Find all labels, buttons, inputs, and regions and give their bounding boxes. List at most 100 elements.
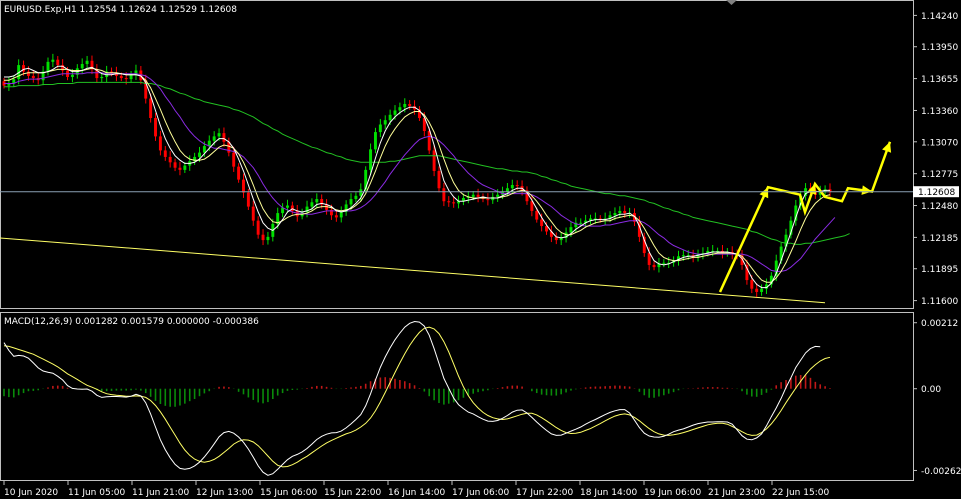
- macd-tick-label: 0.00: [921, 385, 941, 395]
- price-tick-label: 1.11600: [921, 297, 958, 307]
- time-tick-label: 21 Jun 23:00: [708, 488, 765, 498]
- bull-candle-body: [183, 165, 187, 170]
- bear-candle-body: [290, 205, 294, 211]
- bear-candle-body: [154, 118, 157, 137]
- bear-candle-body: [295, 210, 299, 217]
- bear-candle-body: [515, 185, 519, 187]
- bull-candle-body: [373, 132, 377, 150]
- price-tick-label: 1.13655: [921, 75, 958, 85]
- bull-candle-body: [129, 74, 133, 80]
- bull-candle-body: [217, 133, 221, 137]
- bull-candle-body: [579, 222, 583, 224]
- bull-candle-body: [393, 110, 397, 115]
- price-tick-label: 1.11895: [921, 265, 958, 275]
- bull-candle-body: [339, 212, 343, 218]
- bear-candle-body: [149, 98, 153, 119]
- time-tick-label: 18 Jun 14:00: [580, 488, 637, 498]
- current-price-label: 1.12608: [918, 188, 955, 198]
- bull-candle-body: [286, 205, 289, 208]
- time-tick-label: 17 Jun 06:00: [452, 488, 509, 498]
- bull-candle-body: [310, 202, 314, 207]
- bear-candle-body: [178, 167, 182, 170]
- bull-candle-body: [613, 213, 617, 216]
- bear-candle-body: [535, 210, 539, 220]
- bull-candle-body: [403, 103, 407, 108]
- price-tick-label: 1.12480: [921, 202, 958, 212]
- bull-candle-body: [354, 195, 358, 200]
- bull-candle-body: [359, 189, 363, 196]
- price-tick-label: 1.13950: [921, 43, 958, 53]
- price-tick-label: 1.13070: [921, 138, 958, 148]
- time-tick-label: 17 Jun 22:00: [516, 488, 573, 498]
- bear-candle-body: [251, 206, 255, 221]
- bull-candle-body: [388, 114, 392, 121]
- bear-candle-body: [256, 220, 260, 235]
- time-tick-label: 19 Jun 06:00: [644, 488, 701, 498]
- bear-candle-body: [447, 201, 451, 203]
- bear-candle-body: [237, 166, 241, 180]
- bear-candle-body: [163, 150, 167, 157]
- bear-candle-body: [173, 162, 177, 168]
- bull-candle-body: [491, 196, 495, 201]
- time-tick-label: 10 Jun 2020: [4, 488, 58, 498]
- bull-candle-body: [505, 188, 509, 192]
- macd-tick-label: -0.002626: [921, 467, 961, 477]
- time-tick-label: 11 Jun 05:00: [68, 488, 125, 498]
- bull-candle-body: [80, 64, 84, 69]
- bull-candle-body: [383, 120, 387, 125]
- price-tick-label: 1.12775: [921, 170, 958, 180]
- symbol-header: EURUSD.Exp,H1 1.12554 1.12624 1.12529 1.…: [4, 5, 237, 15]
- time-tick-label: 22 Jun 15:00: [772, 488, 829, 498]
- bear-candle-body: [158, 136, 162, 151]
- bear-candle-body: [437, 170, 441, 189]
- bull-candle-body: [471, 194, 475, 197]
- bull-candle-body: [369, 149, 373, 170]
- bull-candle-body: [349, 199, 353, 205]
- time-tick-label: 15 Jun 06:00: [260, 488, 317, 498]
- bear-candle-body: [432, 150, 436, 171]
- bear-candle-body: [119, 75, 123, 79]
- bull-candle-body: [496, 194, 500, 197]
- time-tick-label: 15 Jun 22:00: [324, 488, 381, 498]
- bull-candle-body: [378, 124, 382, 133]
- price-tick-label: 1.13360: [921, 107, 958, 117]
- bull-candle-body: [202, 146, 206, 153]
- bull-candle-body: [398, 107, 402, 111]
- bull-candle-body: [198, 152, 201, 157]
- bull-candle-body: [212, 136, 216, 141]
- bear-candle-body: [442, 188, 446, 202]
- bull-candle-body: [46, 61, 50, 72]
- bull-candle-body: [510, 185, 514, 189]
- macd-tick-label: 0.00212: [921, 319, 958, 329]
- bear-candle-body: [222, 133, 226, 142]
- bull-candle-body: [681, 255, 685, 257]
- bear-candle-body: [623, 210, 627, 214]
- bull-candle-body: [85, 60, 89, 65]
- bear-candle-body: [452, 202, 456, 204]
- bear-candle-body: [652, 264, 656, 268]
- bull-candle-body: [315, 199, 319, 203]
- time-tick-label: 11 Jun 21:00: [132, 488, 189, 498]
- bear-candle-body: [124, 78, 128, 80]
- bear-candle-body: [540, 219, 544, 227]
- bull-candle-body: [100, 76, 104, 79]
- bull-candle-body: [569, 227, 573, 233]
- bear-candle-body: [242, 179, 245, 193]
- bull-candle-body: [70, 74, 74, 77]
- bear-candle-body: [647, 253, 651, 265]
- macd-header: MACD(12,26,9) 0.001282 0.001579 0.000000…: [4, 317, 259, 327]
- bear-candle-body: [246, 192, 250, 207]
- time-tick-label: 16 Jun 14:00: [388, 488, 445, 498]
- bear-candle-body: [261, 234, 265, 241]
- bear-candle-body: [31, 75, 35, 79]
- bull-candle-body: [760, 288, 764, 292]
- price-tick-label: 1.12185: [921, 234, 958, 244]
- bull-candle-body: [662, 262, 666, 264]
- bear-candle-body: [334, 215, 338, 218]
- bear-candle-body: [486, 199, 490, 201]
- chart-canvas: 1.12608 EURUSD.Exp,H1 1.12554 1.12624 1.…: [0, 0, 961, 499]
- bear-candle-body: [750, 280, 754, 289]
- bull-candle-body: [51, 59, 55, 62]
- bear-candle-body: [56, 59, 60, 66]
- bull-candle-body: [618, 210, 622, 214]
